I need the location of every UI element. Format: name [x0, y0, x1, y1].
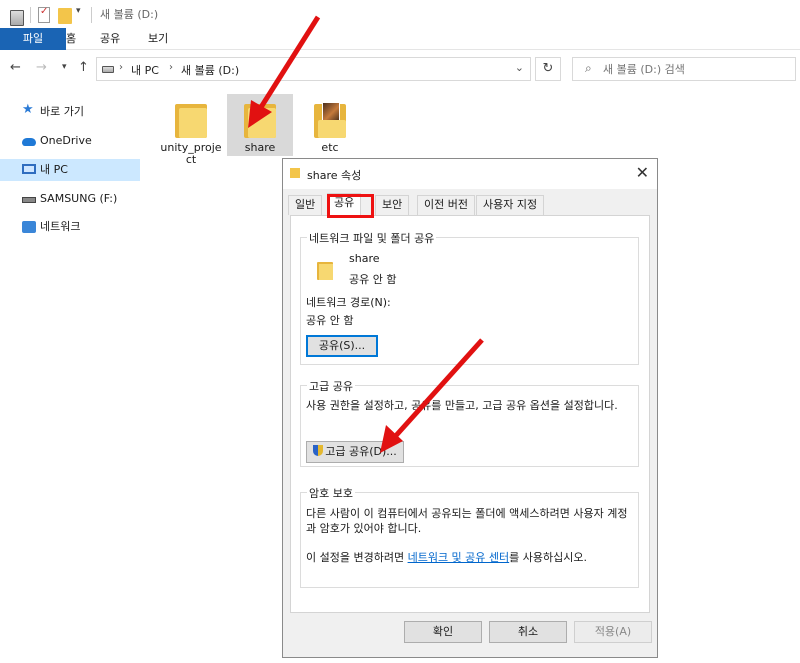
folder-item-unity-project[interactable]: unity_project — [158, 94, 224, 166]
sidebar-item-label: 네트워크 — [40, 220, 81, 233]
tab-security[interactable]: 보안 — [375, 195, 410, 215]
sidebar-item-this-pc[interactable]: 내 PC — [0, 159, 140, 181]
search-box[interactable]: ⌕ — [572, 57, 796, 81]
folder-icon — [175, 100, 207, 138]
ribbon-tab-share[interactable]: 공유 — [86, 28, 134, 50]
chevron-right-icon[interactable]: › — [169, 62, 173, 73]
group-title: 네트워크 파일 및 폴더 공유 — [307, 230, 437, 246]
dialog-titlebar: share 속성 ✕ — [283, 159, 657, 189]
sidebar-item-label: 내 PC — [40, 163, 68, 176]
dialog-title: share 속성 — [307, 169, 362, 182]
advanced-share-group: 고급 공유 사용 권한을 설정하고, 공유를 만들고, 고급 공유 옵션을 설정… — [300, 378, 639, 467]
cancel-button[interactable]: 취소 — [489, 621, 567, 643]
file-name: unity_project — [160, 141, 222, 166]
folder-name: share — [349, 252, 380, 265]
up-arrow-icon[interactable]: ↑ — [78, 60, 89, 75]
tab-general[interactable]: 일반 — [288, 195, 323, 215]
properties-dialog: share 속성 ✕ 일반 공유 보안 이전 버전 사용자 지정 네트워크 파일… — [282, 158, 658, 658]
password-protection-group: 암호 보호 다른 사람이 이 컴퓨터에서 공유되는 폴더에 액세스하려면 사용자… — [300, 485, 639, 588]
address-bar[interactable]: › 내 PC › 새 볼륨 (D:) ⌄ — [96, 57, 531, 81]
usb-drive-icon — [22, 197, 36, 203]
advanced-share-button[interactable]: 고급 공유(D)... — [306, 441, 404, 463]
apply-button[interactable]: 적용(A) — [574, 621, 652, 643]
back-arrow-icon[interactable]: ← — [10, 60, 21, 75]
network-path-value: 공유 안 함 — [306, 314, 354, 327]
tab-content-sharing: 네트워크 파일 및 폴더 공유 share 공유 안 함 네트워크 경로(N):… — [290, 215, 650, 613]
sidebar-item-label: SAMSUNG (F:) — [40, 192, 118, 205]
window-title: 새 볼륨 (D:) — [100, 8, 159, 21]
refresh-icon[interactable]: ↻ — [535, 57, 561, 81]
password-description: 다른 사람이 이 컴퓨터에서 공유되는 폴더에 액세스하려면 사용자 계정과 암… — [306, 507, 628, 535]
customize-toolbar-icon[interactable]: ▾ — [76, 6, 81, 22]
close-icon[interactable]: ✕ — [636, 163, 649, 182]
search-input[interactable] — [603, 60, 788, 78]
folder-icon — [244, 100, 276, 138]
file-name: share — [244, 141, 276, 154]
star-icon: ★ — [22, 102, 34, 117]
chevron-right-icon[interactable]: › — [119, 62, 123, 73]
sidebar-item-samsung[interactable]: SAMSUNG (F:) — [0, 188, 140, 210]
folder-icon — [290, 168, 300, 178]
properties-icon[interactable] — [38, 6, 50, 23]
divider — [91, 7, 92, 23]
annotation-highlight-box — [327, 194, 374, 218]
recent-locations-icon[interactable]: ▾ — [62, 62, 67, 72]
sidebar-item-network[interactable]: 네트워크 — [0, 216, 140, 238]
ok-button[interactable]: 확인 — [404, 621, 482, 643]
ribbon-tab-home[interactable]: 홈 — [52, 28, 90, 50]
folder-icon — [317, 260, 333, 280]
network-share-group: 네트워크 파일 및 폴더 공유 share 공유 안 함 네트워크 경로(N):… — [300, 230, 639, 365]
password-change-suffix: 를 사용하십시오. — [509, 551, 587, 564]
navigation-bar: ← → ▾ ↑ › 내 PC › 새 볼륨 (D:) ⌄ ↻ ⌕ — [0, 52, 800, 86]
network-sharing-center-link[interactable]: 네트워크 및 공유 센터 — [408, 551, 510, 564]
share-status: 공유 안 함 — [349, 273, 397, 286]
shield-icon — [313, 445, 324, 456]
chevron-down-icon[interactable]: ⌄ — [515, 61, 524, 74]
sidebar-item-quick-access[interactable]: ★ 바로 가기 — [0, 101, 140, 123]
drive-icon — [10, 10, 24, 26]
password-change-line: 이 설정을 변경하려면 네트워크 및 공유 센터를 사용하십시오. — [306, 549, 638, 565]
network-icon — [22, 221, 36, 233]
computer-icon — [22, 164, 36, 174]
folder-item-etc[interactable]: etc — [297, 94, 363, 154]
file-name: etc — [321, 141, 339, 154]
advanced-share-label: 고급 공유(D)... — [325, 445, 397, 458]
divider — [30, 7, 31, 23]
breadcrumb-volume-d[interactable]: 새 볼륨 (D:) — [181, 62, 239, 78]
new-folder-icon[interactable] — [58, 8, 72, 24]
share-button[interactable]: 공유(S)... — [306, 335, 378, 357]
forward-arrow-icon[interactable]: → — [36, 60, 47, 75]
group-title: 암호 보호 — [307, 485, 355, 501]
tab-previous-versions[interactable]: 이전 버전 — [417, 195, 475, 215]
network-path-label: 네트워크 경로(N): — [306, 296, 391, 309]
password-change-prefix: 이 설정을 변경하려면 — [306, 551, 405, 564]
sidebar-item-label: 바로 가기 — [40, 105, 84, 118]
folder-item-share[interactable]: share — [227, 94, 293, 156]
folder-icon — [314, 100, 346, 138]
search-icon: ⌕ — [585, 61, 592, 75]
ribbon-tab-view[interactable]: 보기 — [134, 28, 182, 50]
sidebar-item-onedrive[interactable]: OneDrive — [0, 130, 140, 152]
window-titlebar: ▾ 새 볼륨 (D:) — [0, 0, 800, 28]
tab-customize[interactable]: 사용자 지정 — [476, 195, 545, 215]
breadcrumb-this-pc[interactable]: 내 PC — [131, 62, 159, 78]
cloud-icon — [22, 138, 36, 146]
drive-icon — [102, 66, 114, 73]
ribbon: 파일 홈 공유 보기 — [0, 28, 800, 50]
navigation-pane: ★ 바로 가기 OneDrive 내 PC SAMSUNG (F:) 네트워크 — [0, 92, 140, 663]
sidebar-item-label: OneDrive — [40, 134, 92, 147]
advanced-share-description: 사용 권한을 설정하고, 공유를 만들고, 고급 공유 옵션을 설정합니다. — [306, 399, 618, 412]
group-title: 고급 공유 — [307, 378, 355, 394]
